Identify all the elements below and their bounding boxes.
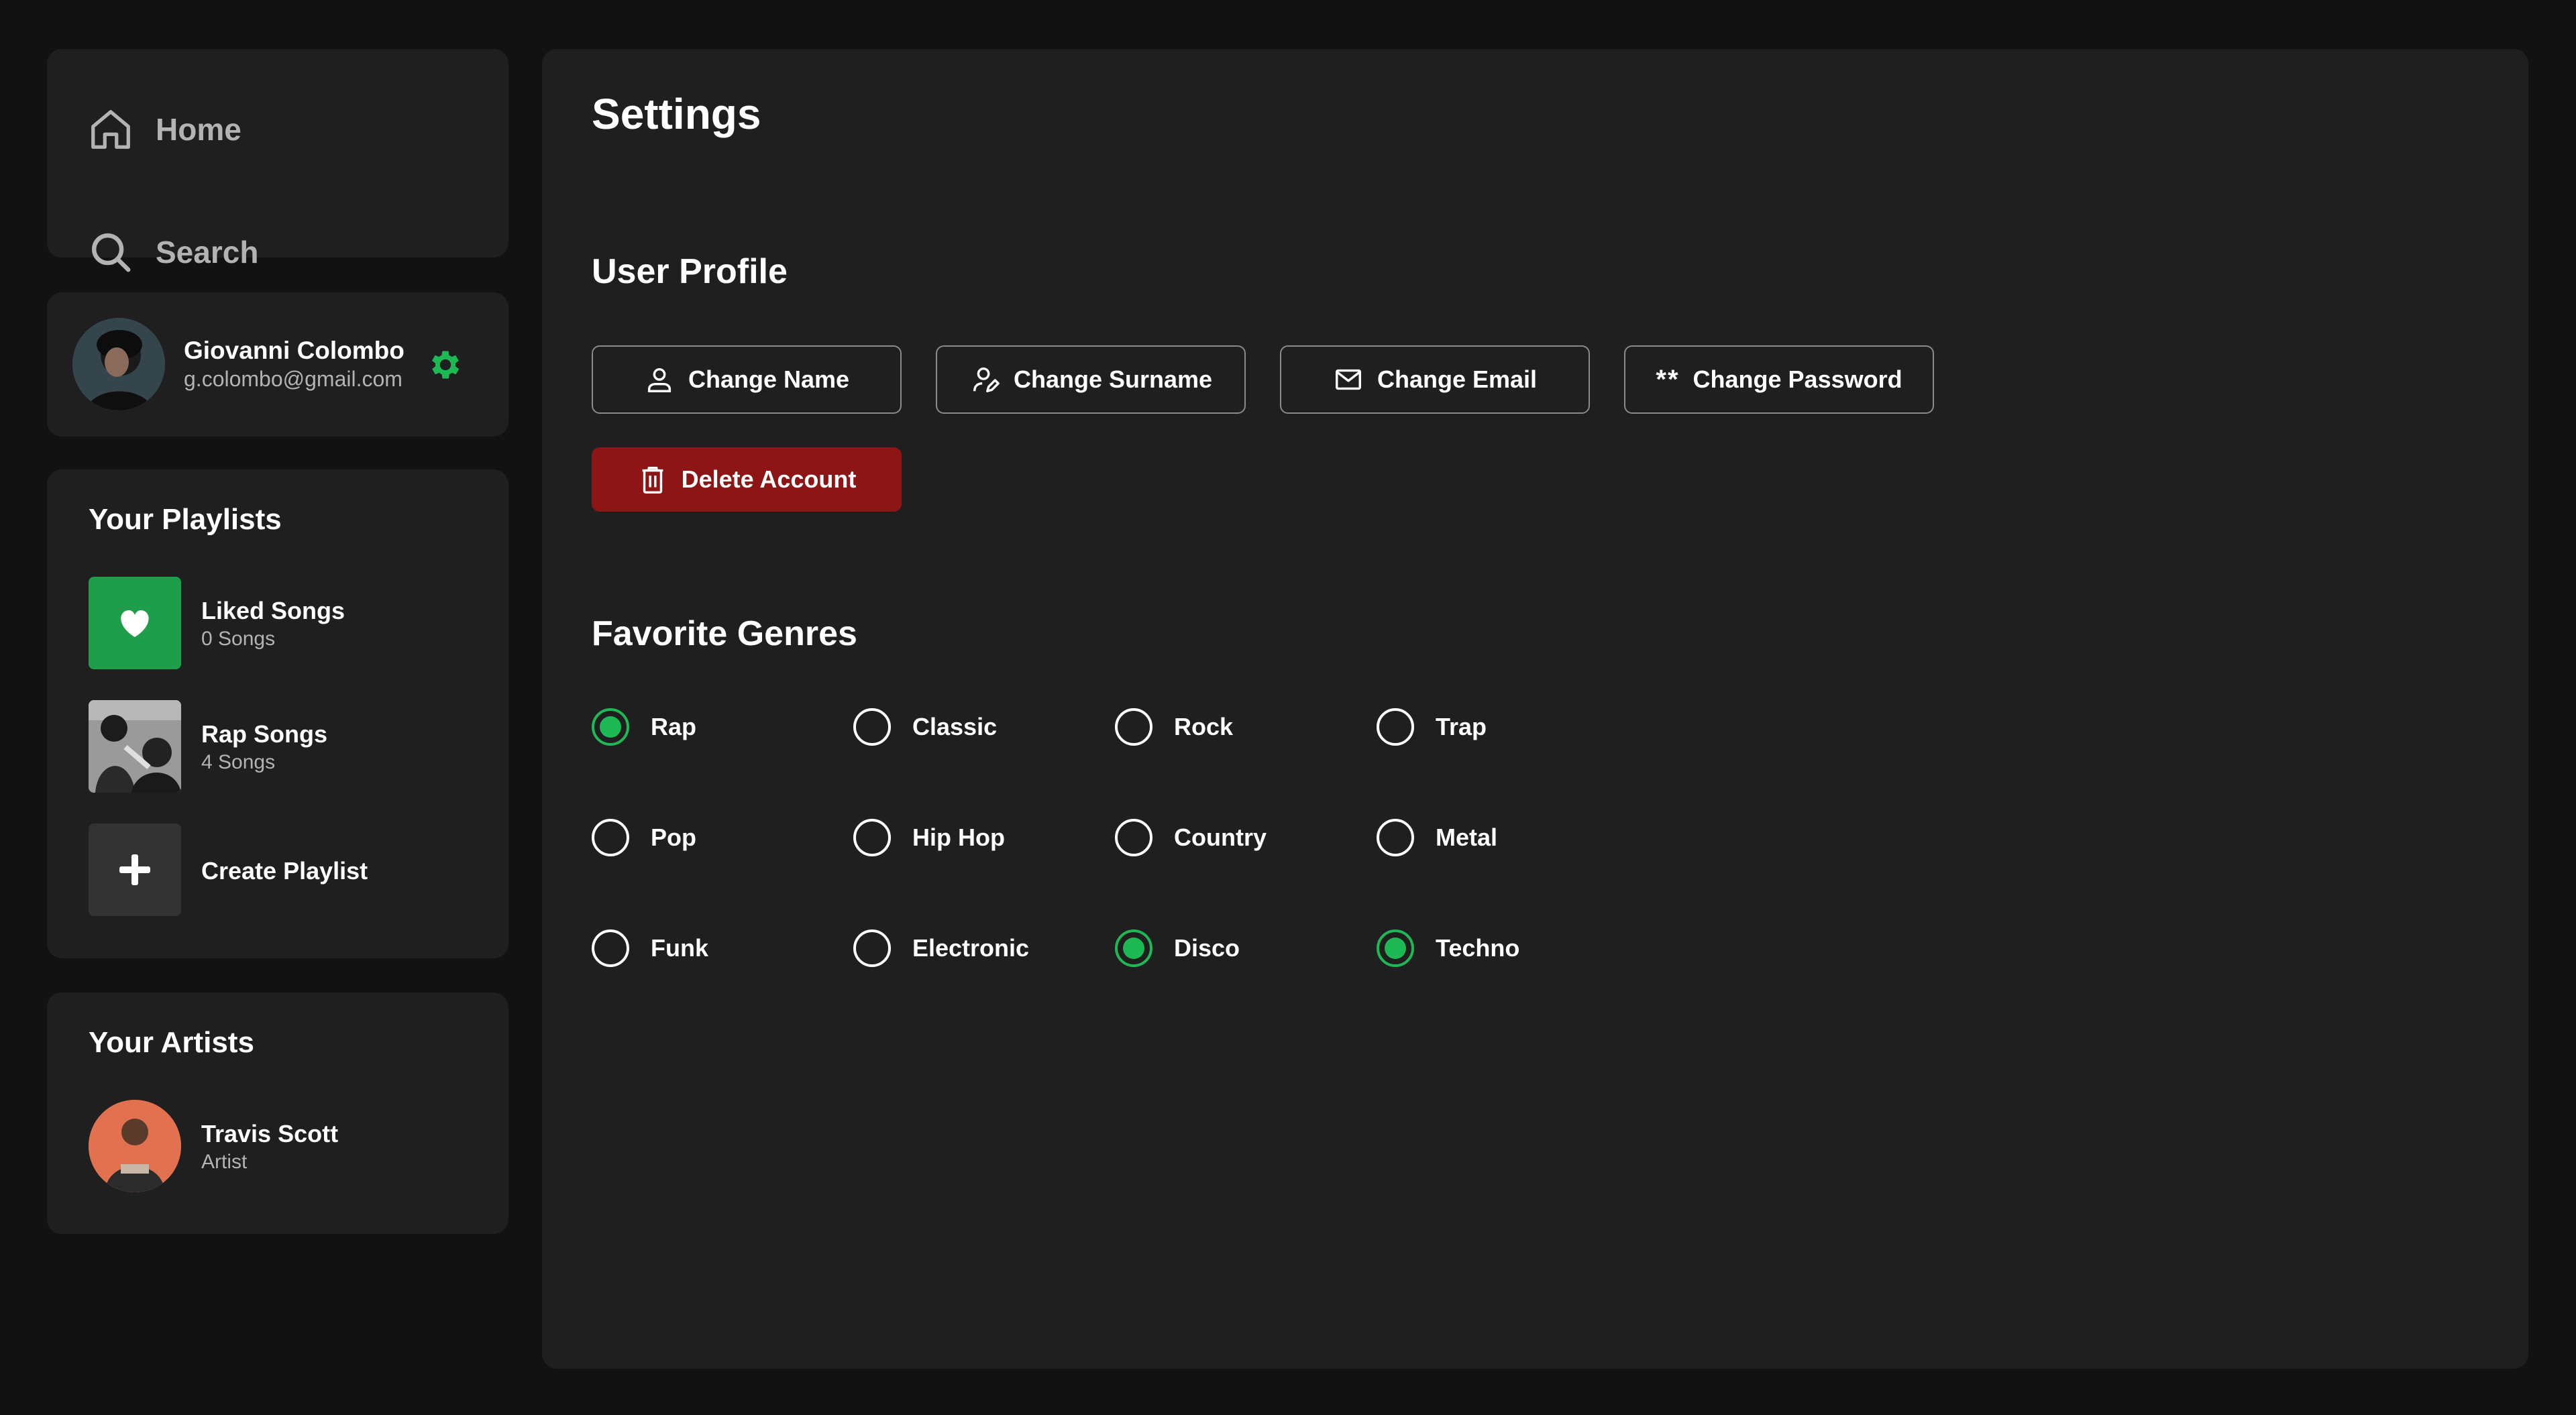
change-surname-button[interactable]: Change Surname [936, 345, 1246, 414]
artist-name: Travis Scott [201, 1120, 339, 1147]
genre-label: Techno [1436, 934, 1520, 962]
playlists-title: Your Playlists [89, 503, 282, 536]
radio-button[interactable] [1115, 708, 1152, 746]
genre-option-disco[interactable]: Disco [1115, 925, 1240, 972]
change-password-button[interactable]: ** Change Password [1624, 345, 1934, 414]
delete-account-label: Delete Account [681, 465, 857, 493]
user-name: Giovanni Colombo [184, 337, 405, 364]
settings-panel: Settings User Profile Change Name Change… [542, 49, 2528, 1369]
radio-button[interactable] [853, 708, 891, 746]
search-icon [87, 229, 134, 276]
nav-card: Home Search [47, 49, 508, 272]
radio-button[interactable] [592, 819, 629, 856]
genre-label: Metal [1436, 824, 1498, 851]
password-asterisk-icon: ** [1656, 364, 1680, 394]
genre-label: Disco [1174, 934, 1240, 962]
change-name-label: Change Name [688, 365, 850, 393]
genre-option-rap[interactable]: Rap [592, 703, 696, 750]
heart-icon [89, 577, 181, 669]
genre-option-electronic[interactable]: Electronic [853, 925, 1029, 972]
genre-label: Electronic [912, 934, 1030, 962]
genre-option-trap[interactable]: Trap [1377, 703, 1487, 750]
genre-label: Rock [1174, 713, 1234, 740]
playlist-cover-image [89, 700, 181, 793]
playlist-name: Liked Songs [201, 597, 345, 624]
genre-label: Classic [912, 713, 998, 740]
change-email-label: Change Email [1377, 365, 1538, 393]
create-playlist-label: Create Playlist [201, 857, 368, 885]
artist-avatar [89, 1100, 181, 1192]
playlist-item-rap-songs[interactable]: Rap Songs 4 Songs [89, 700, 478, 793]
mail-icon [1333, 364, 1364, 395]
artist-type: Artist [201, 1151, 248, 1173]
playlist-item-liked-songs[interactable]: Liked Songs 0 Songs [89, 577, 478, 669]
genre-option-techno[interactable]: Techno [1377, 925, 1519, 972]
genre-option-funk[interactable]: Funk [592, 925, 708, 972]
genre-label: Trap [1436, 713, 1487, 740]
genre-label: Country [1174, 824, 1267, 851]
playlist-name: Rap Songs [201, 720, 328, 748]
genre-label: Rap [651, 713, 697, 740]
favorite-genres-heading: Favorite Genres [592, 614, 857, 653]
change-name-button[interactable]: Change Name [592, 345, 902, 414]
genre-option-hip-hop[interactable]: Hip Hop [853, 814, 1005, 861]
genre-option-rock[interactable]: Rock [1115, 703, 1233, 750]
change-surname-label: Change Surname [1013, 365, 1213, 393]
trash-icon [637, 464, 668, 495]
radio-button[interactable] [1377, 708, 1414, 746]
radio-button[interactable] [1377, 819, 1414, 856]
artist-item-travis-scott[interactable]: Travis Scott Artist [89, 1100, 478, 1192]
genre-option-pop[interactable]: Pop [592, 814, 696, 861]
user-profile-heading: User Profile [592, 252, 788, 291]
genre-option-classic[interactable]: Classic [853, 703, 997, 750]
nav-home-label: Home [156, 112, 241, 147]
radio-button[interactable] [853, 819, 891, 856]
radio-button[interactable] [592, 929, 629, 967]
genre-option-metal[interactable]: Metal [1377, 814, 1497, 861]
plus-icon [89, 824, 181, 916]
playlist-count: 0 Songs [201, 628, 276, 650]
playlists-card: Your Playlists Liked Songs 0 Songs Rap S… [47, 469, 508, 958]
genre-label: Pop [651, 824, 696, 851]
home-icon [87, 106, 134, 153]
user-icon [644, 364, 675, 395]
genre-label: Funk [651, 934, 708, 962]
create-playlist-button[interactable]: Create Playlist [89, 824, 478, 916]
page-title: Settings [592, 90, 761, 138]
delete-account-button[interactable]: Delete Account [592, 447, 902, 512]
artists-card: Your Artists Travis Scott Artist [47, 993, 508, 1234]
genre-label: Hip Hop [912, 824, 1005, 851]
nav-home[interactable]: Home [87, 103, 241, 156]
change-password-label: Change Password [1693, 365, 1902, 393]
radio-button[interactable] [853, 929, 891, 967]
change-email-button[interactable]: Change Email [1280, 345, 1590, 414]
nav-search[interactable]: Search [87, 225, 258, 279]
settings-gear-icon[interactable] [427, 346, 464, 384]
radio-button[interactable] [1115, 929, 1152, 967]
radio-button[interactable] [592, 708, 629, 746]
nav-search-label: Search [156, 235, 259, 270]
artists-title: Your Artists [89, 1026, 254, 1059]
user-avatar[interactable] [72, 318, 165, 410]
user-email: g.colombo@gmail.com [184, 367, 402, 391]
radio-button[interactable] [1377, 929, 1414, 967]
playlist-count: 4 Songs [201, 751, 276, 773]
user-edit-icon [969, 364, 1000, 395]
genre-option-country[interactable]: Country [1115, 814, 1267, 861]
profile-card: Giovanni Colombo g.colombo@gmail.com [47, 292, 508, 437]
radio-button[interactable] [1115, 819, 1152, 856]
